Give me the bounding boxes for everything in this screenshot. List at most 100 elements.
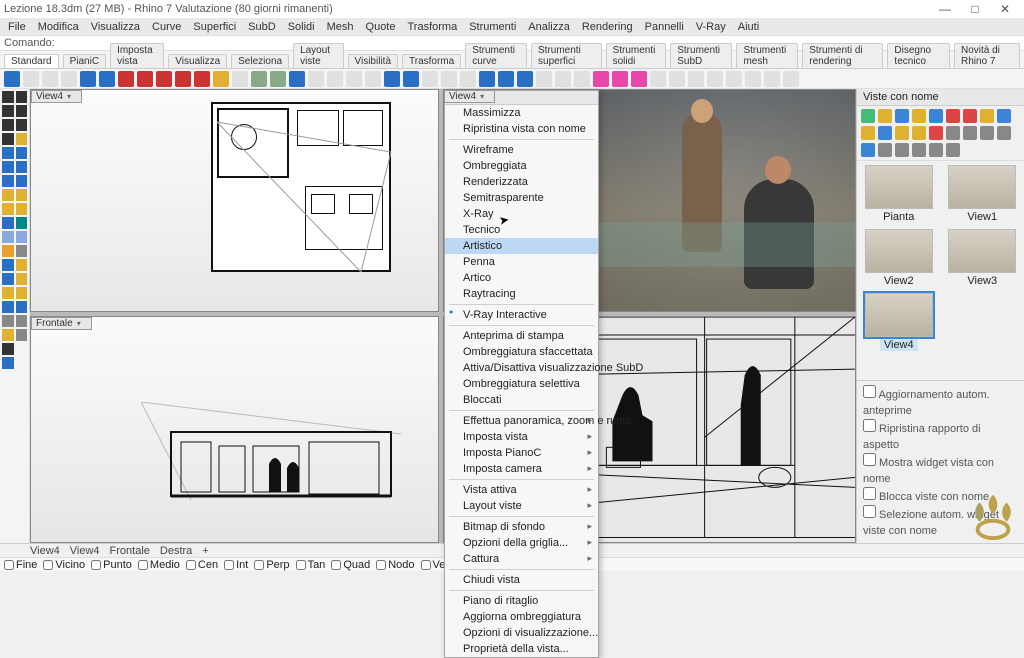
menu-item-cattura[interactable]: Cattura <box>445 551 598 567</box>
panel-icon[interactable] <box>997 126 1011 140</box>
tab-strumenti-mesh[interactable]: Strumenti mesh <box>736 43 798 68</box>
tool-icon[interactable] <box>2 161 14 173</box>
option-mostra-widget-vista-con-nome[interactable]: Mostra widget vista con nome <box>863 453 1018 487</box>
panel-icon[interactable] <box>861 143 875 157</box>
tab-pianic[interactable]: PianiC <box>63 54 106 68</box>
toolbar-icon[interactable] <box>23 71 39 87</box>
menu-trasforma[interactable]: Trasforma <box>405 20 459 34</box>
menu-item-renderizzata[interactable]: Renderizzata <box>445 174 598 190</box>
tab-strumenti-curve[interactable]: Strumenti curve <box>465 43 527 68</box>
panel-icon[interactable] <box>861 109 875 123</box>
tool-icon[interactable] <box>2 91 14 103</box>
tab-visualizza[interactable]: Visualizza <box>168 54 227 68</box>
toolbar-icon[interactable] <box>346 71 362 87</box>
menu-mesh[interactable]: Mesh <box>325 20 356 34</box>
panel-icon[interactable] <box>895 143 909 157</box>
toolbar-icon[interactable] <box>403 71 419 87</box>
menu-item-tecnico[interactable]: Tecnico <box>445 222 598 238</box>
tab-strumenti-solidi[interactable]: Strumenti solidi <box>606 43 667 68</box>
toolbar-icon[interactable] <box>745 71 761 87</box>
toolbar-icon[interactable] <box>574 71 590 87</box>
tab-layout-viste[interactable]: Layout viste <box>293 43 343 68</box>
tab-disegno-tecnico[interactable]: Disegno tecnico <box>887 43 950 68</box>
osnap-vicino[interactable]: Vicino <box>43 559 85 571</box>
osnap-fine[interactable]: Fine <box>4 559 37 571</box>
tab-standard[interactable]: Standard <box>4 54 59 68</box>
panel-icon[interactable] <box>963 126 977 140</box>
toolbar-icon[interactable] <box>726 71 742 87</box>
tool-icon[interactable] <box>16 301 28 313</box>
tab-strumenti-di-rendering[interactable]: Strumenti di rendering <box>802 43 883 68</box>
status-tab-+[interactable]: + <box>202 545 208 557</box>
menu-item-bloccati[interactable]: Bloccati <box>445 392 598 408</box>
tool-icon[interactable] <box>16 119 28 131</box>
tool-icon[interactable] <box>2 231 14 243</box>
tool-icon[interactable] <box>2 343 14 355</box>
window-minimize-button[interactable]: — <box>930 2 960 16</box>
panel-icon[interactable] <box>895 109 909 123</box>
tool-icon[interactable] <box>16 189 28 201</box>
toolbar-icon[interactable] <box>517 71 533 87</box>
tab-strumenti-superfici[interactable]: Strumenti superfici <box>531 43 602 68</box>
menu-item-imposta-camera[interactable]: Imposta camera <box>445 461 598 477</box>
panel-icon[interactable] <box>929 126 943 140</box>
toolbar-icon[interactable] <box>631 71 647 87</box>
osnap-nodo[interactable]: Nodo <box>376 559 414 571</box>
toolbar-icon[interactable] <box>479 71 495 87</box>
panel-icon[interactable] <box>997 109 1011 123</box>
osnap-medio[interactable]: Medio <box>138 559 180 571</box>
tab-trasforma[interactable]: Trasforma <box>402 54 461 68</box>
named-view-view1[interactable]: View1 <box>945 165 1021 223</box>
toolbar-icon[interactable] <box>498 71 514 87</box>
panel-icon[interactable] <box>946 126 960 140</box>
menu-file[interactable]: File <box>6 20 28 34</box>
tool-icon[interactable] <box>2 133 14 145</box>
menu-item-penna[interactable]: Penna <box>445 254 598 270</box>
tool-icon[interactable] <box>2 119 14 131</box>
menu-subd[interactable]: SubD <box>246 20 278 34</box>
tab-novità-di-rhino-7[interactable]: Novità di Rhino 7 <box>954 43 1020 68</box>
toolbar-icon[interactable] <box>289 71 305 87</box>
tool-icon[interactable] <box>16 245 28 257</box>
tool-icon[interactable] <box>2 357 14 369</box>
tab-strumenti-subd[interactable]: Strumenti SubD <box>670 43 732 68</box>
menu-rendering[interactable]: Rendering <box>580 20 635 34</box>
tool-icon[interactable] <box>2 301 14 313</box>
panel-icon[interactable] <box>861 126 875 140</box>
tool-icon[interactable] <box>16 231 28 243</box>
panel-icon[interactable] <box>912 109 926 123</box>
option-ripristina-rapporto-di-aspetto[interactable]: Ripristina rapporto di aspetto <box>863 419 1018 453</box>
toolbar-icon[interactable] <box>593 71 609 87</box>
menu-pannelli[interactable]: Pannelli <box>643 20 686 34</box>
toolbar-icon[interactable] <box>42 71 58 87</box>
viewport-context-menu[interactable]: View4 MassimizzaRipristina vista con nom… <box>444 90 599 658</box>
tool-icon[interactable] <box>2 273 14 285</box>
panel-icon[interactable] <box>980 109 994 123</box>
window-close-button[interactable]: ✕ <box>990 2 1020 16</box>
toolbar-icon[interactable] <box>156 71 172 87</box>
toolbar-icon[interactable] <box>783 71 799 87</box>
tool-icon[interactable] <box>16 287 28 299</box>
menu-item-massimizza[interactable]: Massimizza <box>445 105 598 121</box>
viewport-top-left[interactable]: View4 <box>30 89 439 312</box>
toolbar-icon[interactable] <box>365 71 381 87</box>
panel-icon[interactable] <box>895 126 909 140</box>
panel-icon[interactable] <box>878 143 892 157</box>
menu-item-ripristina-vista-con-nome[interactable]: Ripristina vista con nome <box>445 121 598 137</box>
menu-item-ombreggiatura-sfaccettata[interactable]: Ombreggiatura sfaccettata <box>445 344 598 360</box>
toolbar-icon[interactable] <box>99 71 115 87</box>
menu-item-chiudi-vista[interactable]: Chiudi vista <box>445 572 598 588</box>
menu-strumenti[interactable]: Strumenti <box>467 20 518 34</box>
panel-icon[interactable] <box>980 126 994 140</box>
menu-item-bitmap-di-sfondo[interactable]: Bitmap di sfondo <box>445 519 598 535</box>
tool-icon[interactable] <box>16 217 28 229</box>
toolbar-icon[interactable] <box>650 71 666 87</box>
tool-icon[interactable] <box>2 175 14 187</box>
status-tab-destra[interactable]: Destra <box>160 545 192 557</box>
toolbar-icon[interactable] <box>308 71 324 87</box>
named-view-view3[interactable]: View3 <box>945 229 1021 287</box>
panel-icon[interactable] <box>912 126 926 140</box>
menu-item-anteprima-di-stampa[interactable]: Anteprima di stampa <box>445 328 598 344</box>
viewport-bottom-left[interactable]: Frontale <box>30 316 439 543</box>
tool-icon[interactable] <box>2 287 14 299</box>
